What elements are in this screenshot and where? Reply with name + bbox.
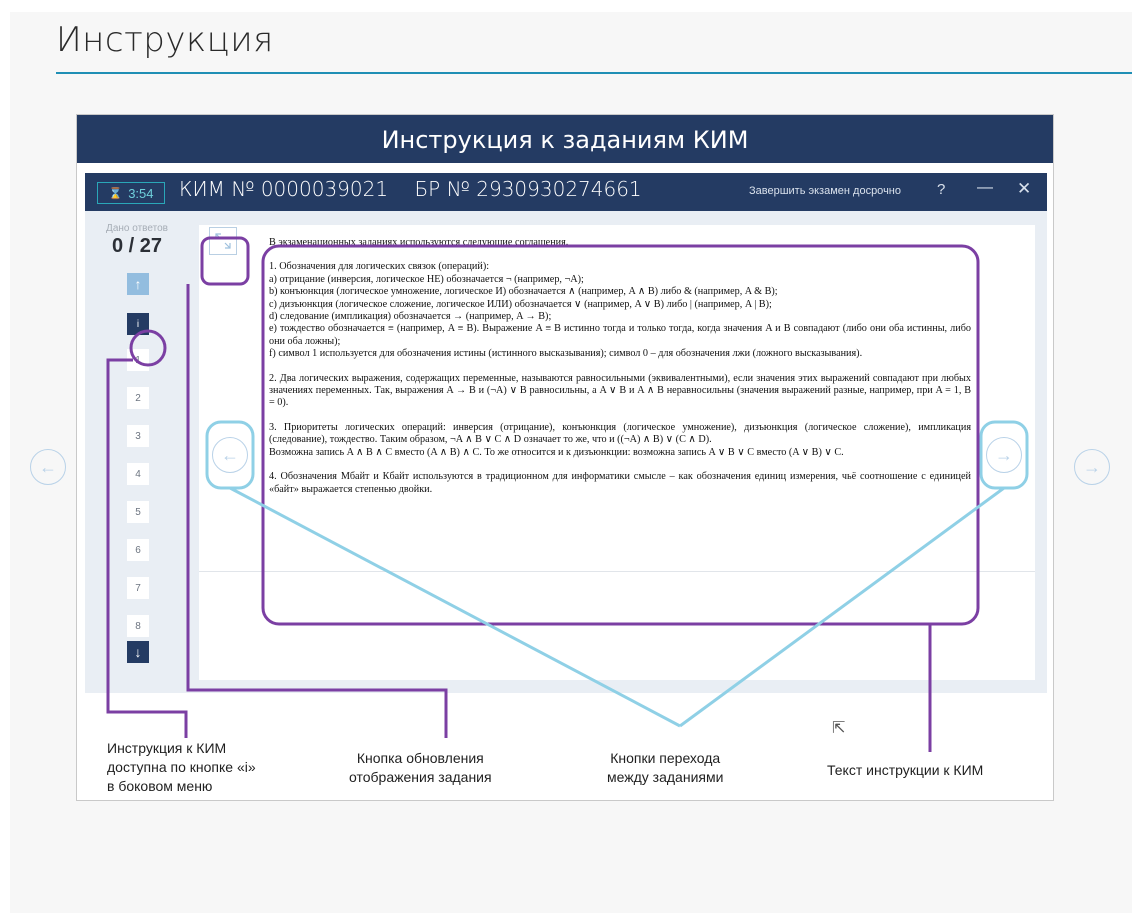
answered-label: Дано ответов xyxy=(106,223,168,234)
next-task-button[interactable]: → xyxy=(986,437,1022,473)
question-button[interactable]: 1 xyxy=(127,349,149,371)
kim-number: КИМ № 0000039021 xyxy=(179,177,389,201)
question-button[interactable]: 2 xyxy=(127,387,149,409)
annotation-refresh: Кнопка обновления отображения задания xyxy=(349,750,492,785)
outer-prev-button[interactable]: ← xyxy=(30,449,66,485)
hourglass-icon: ⌛ xyxy=(108,187,123,200)
cursor-icon: ⇱ xyxy=(832,720,846,737)
arrow-left-circle-icon: ← xyxy=(221,444,239,465)
timer: ⌛ 3:54 xyxy=(97,182,165,204)
question-button[interactable]: 3 xyxy=(127,425,149,447)
annotation-text: Текст инструкции к КИМ xyxy=(827,762,984,778)
br-number: БР № 2930930274661 xyxy=(414,177,642,201)
question-button[interactable]: 4 xyxy=(127,463,149,485)
content-divider xyxy=(199,571,1035,572)
arrow-down-icon: ↓ xyxy=(134,644,142,660)
title-underline xyxy=(56,72,1132,74)
arrow-up-icon: ↑ xyxy=(134,276,142,292)
expand-refresh-icon xyxy=(215,233,231,249)
instr-p4: 4. Обозначения Мбайт и Кбайт используютс… xyxy=(269,471,971,495)
question-button[interactable]: 8 xyxy=(127,615,149,637)
help-button[interactable]: ? xyxy=(937,181,945,198)
instr-intro: В экзаменационных заданиях используются … xyxy=(269,237,569,248)
arrow-right-circle-icon: → xyxy=(995,444,1013,465)
exam-topbar: ⌛ 3:54 КИМ № 0000039021 БР № 29309302746… xyxy=(85,173,1047,211)
panel-banner: Инструкция к заданиям КИМ xyxy=(77,115,1053,163)
outer-next-button[interactable]: → xyxy=(1074,449,1110,485)
timer-value: 3:54 xyxy=(128,185,154,201)
question-button[interactable]: 5 xyxy=(127,501,149,523)
exam-window: ⌛ 3:54 КИМ № 0000039021 БР № 29309302746… xyxy=(85,173,1047,693)
question-sidebar: Дано ответов 0 / 27 ↑ i 1 2 3 4 5 6 7 8 … xyxy=(85,211,189,693)
refresh-button[interactable] xyxy=(209,227,237,255)
instr-p2: 2. Два логических выражения, содержащих … xyxy=(269,372,971,409)
instr-p3: 3. Приоритеты логических операций: инвер… xyxy=(269,421,971,458)
kim-title: КИМ № 0000039021 БР № 2930930274661 xyxy=(179,177,662,201)
minimize-button[interactable]: — xyxy=(977,179,993,197)
arrow-right-circle-icon: → xyxy=(1083,456,1101,477)
question-list: 1 2 3 4 5 6 7 8 xyxy=(127,349,149,653)
answered-count: 0 / 27 xyxy=(111,235,163,257)
arrow-left-circle-icon: ← xyxy=(39,456,57,477)
question-button[interactable]: 6 xyxy=(127,539,149,561)
scroll-up-button[interactable]: ↑ xyxy=(127,273,149,295)
annotation-navigation: Кнопки перехода между заданиями xyxy=(607,750,724,785)
question-button[interactable]: 7 xyxy=(127,577,149,599)
finish-exam-button[interactable]: Завершить экзамен досрочно xyxy=(749,185,901,197)
annotation-info: Инструкция к КИМ доступна по кнопке «i» … xyxy=(107,740,256,794)
scroll-down-button[interactable]: ↓ xyxy=(127,641,149,663)
info-button[interactable]: i xyxy=(127,313,149,335)
slide-title: Инструкция xyxy=(56,20,274,60)
task-content: В экзаменационных заданиях используются … xyxy=(199,225,1035,680)
instruction-text: В экзаменационных заданиях используются … xyxy=(269,237,971,587)
prev-task-button[interactable]: ← xyxy=(212,437,248,473)
instr-p1: 1. Обозначения для логических связок (оп… xyxy=(269,261,971,360)
close-button[interactable]: ✕ xyxy=(1017,179,1031,199)
